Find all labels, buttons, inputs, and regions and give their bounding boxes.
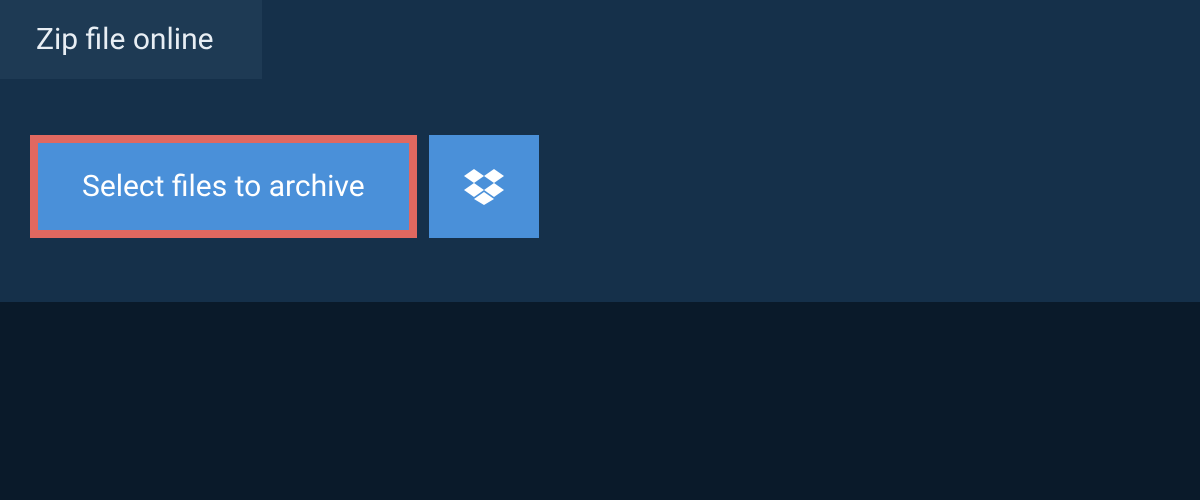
tab-zip-file-online[interactable]: Zip file online xyxy=(0,0,262,79)
select-files-button[interactable]: Select files to archive xyxy=(30,135,417,238)
dropbox-button[interactable] xyxy=(429,135,539,238)
button-row: Select files to archive xyxy=(30,135,539,238)
main-panel: Zip file online Select files to archive xyxy=(0,0,1200,302)
select-files-label: Select files to archive xyxy=(82,169,365,204)
tab-label: Zip file online xyxy=(36,22,214,57)
dropbox-icon xyxy=(464,169,504,205)
